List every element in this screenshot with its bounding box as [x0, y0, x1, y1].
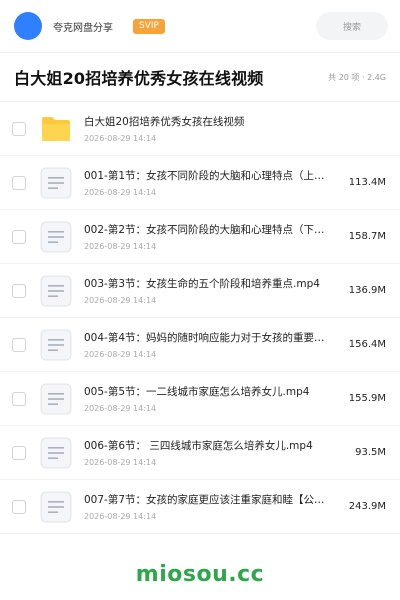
item-info: 005-第5节：一二线城市家庭怎么培养女儿.mp4 2026-08-29 14:1… — [84, 385, 334, 413]
file-row[interactable]: 004-第4节：妈妈的随时响应能力对于女孩的重要意义.mp4 2026-08-29… — [0, 318, 400, 372]
item-size: 243.9M — [348, 501, 386, 512]
checkbox[interactable] — [12, 121, 26, 136]
file-row[interactable]: 002-第2节：女孩不同阶段的大脑和心理特点（下）.mp4 2026-08-29 … — [0, 210, 400, 264]
item-info: 007-第7节：女孩的家庭更应该注重家庭和睦【公众号】.mp4 2026-08-2… — [84, 493, 334, 521]
watermark: miosou.cc — [135, 562, 265, 587]
item-name: 002-第2节：女孩不同阶段的大脑和心理特点（下）.mp4 — [84, 223, 334, 236]
top-bar: 夸克网盘分享 SVIP 搜索 — [0, 0, 400, 52]
checkbox[interactable] — [12, 283, 26, 298]
document-icon — [39, 220, 73, 254]
item-date: 2026-08-29 14:14 — [84, 295, 157, 305]
folder-row[interactable]: 白大姐20招培养优秀女孩在线视频 2026-08-29 14:14 — [0, 102, 400, 156]
document-icon — [39, 490, 73, 524]
item-name: 004-第4节：妈妈的随时响应能力对于女孩的重要意义.mp4 — [84, 331, 334, 344]
document-icon — [39, 436, 73, 470]
search-placeholder: 搜索 — [342, 22, 361, 33]
file-row[interactable]: 001-第1节：女孩不同阶段的大脑和心理特点（上）.mp4 2026-08-29 … — [0, 156, 400, 210]
svip-badge: SVIP — [133, 18, 165, 34]
item-size: 136.9M — [348, 285, 386, 296]
app-name: 夸克网盘分享 — [53, 22, 113, 34]
document-icon — [39, 274, 73, 308]
item-info: 004-第4节：妈妈的随时响应能力对于女孩的重要意义.mp4 2026-08-29… — [84, 331, 334, 359]
item-size: 155.9M — [348, 393, 386, 404]
item-info: 002-第2节：女孩不同阶段的大脑和心理特点（下）.mp4 2026-08-29 … — [84, 223, 334, 251]
item-name: 001-第1节：女孩不同阶段的大脑和心理特点（上）.mp4 — [84, 169, 334, 182]
checkbox[interactable] — [12, 337, 26, 352]
item-info: 006-第6节： 三四线城市家庭怎么培养女儿.mp4 2026-08-29 14:… — [84, 439, 334, 467]
file-row[interactable]: 007-第7节：女孩的家庭更应该注重家庭和睦【公众号】.mp4 2026-08-2… — [0, 480, 400, 534]
avatar[interactable] — [14, 12, 42, 40]
item-date: 2026-08-29 14:14 — [84, 241, 157, 251]
checkbox[interactable] — [12, 391, 26, 406]
search-button[interactable]: 搜索 — [316, 12, 388, 40]
item-name: 006-第6节： 三四线城市家庭怎么培养女儿.mp4 — [84, 439, 313, 452]
item-info: 003-第3节：女孩生命的五个阶段和培养重点.mp4 2026-08-29 14:… — [84, 277, 334, 305]
file-row[interactable]: 003-第3节：女孩生命的五个阶段和培养重点.mp4 2026-08-29 14:… — [0, 264, 400, 318]
item-size: 93.5M — [355, 447, 386, 458]
page-title: 白大姐20招培养优秀女孩在线视频 — [14, 69, 264, 88]
folder-icon — [39, 112, 73, 146]
file-list: 白大姐20招培养优秀女孩在线视频 2026-08-29 14:14 001-第1节：… — [0, 102, 400, 534]
item-date: 2026-08-29 14:14 — [84, 187, 157, 197]
item-date: 2026-08-29 14:14 — [84, 133, 157, 143]
item-size: 113.4M — [348, 177, 386, 188]
item-size: 156.4M — [348, 339, 386, 350]
item-name: 003-第3节：女孩生命的五个阶段和培养重点.mp4 — [84, 277, 320, 290]
item-name: 007-第7节：女孩的家庭更应该注重家庭和睦【公众号】.mp4 — [84, 493, 334, 506]
checkbox[interactable] — [12, 499, 26, 514]
item-name: 005-第5节：一二线城市家庭怎么培养女儿.mp4 — [84, 385, 310, 398]
checkbox[interactable] — [12, 229, 26, 244]
item-date: 2026-08-29 14:14 — [84, 403, 157, 413]
item-size: 158.7M — [348, 231, 386, 242]
folder-meta: 共 20 项 · 2.4G — [328, 72, 386, 82]
item-date: 2026-08-29 14:14 — [84, 511, 157, 521]
folder-header: 白大姐20招培养优秀女孩在线视频 共 20 项 · 2.4G — [0, 53, 400, 101]
file-row[interactable]: 006-第6节： 三四线城市家庭怎么培养女儿.mp4 2026-08-29 14:… — [0, 426, 400, 480]
item-date: 2026-08-29 14:14 — [84, 457, 157, 467]
item-info: 白大姐20招培养优秀女孩在线视频 2026-08-29 14:14 — [84, 115, 334, 143]
file-row[interactable]: 005-第5节：一二线城市家庭怎么培养女儿.mp4 2026-08-29 14:1… — [0, 372, 400, 426]
document-icon — [39, 382, 73, 416]
item-info: 001-第1节：女孩不同阶段的大脑和心理特点（上）.mp4 2026-08-29 … — [84, 169, 334, 197]
document-icon — [39, 328, 73, 362]
checkbox[interactable] — [12, 175, 26, 190]
item-date: 2026-08-29 14:14 — [84, 349, 157, 359]
item-name: 白大姐20招培养优秀女孩在线视频 — [84, 115, 245, 128]
checkbox[interactable] — [12, 445, 26, 460]
document-icon — [39, 166, 73, 200]
